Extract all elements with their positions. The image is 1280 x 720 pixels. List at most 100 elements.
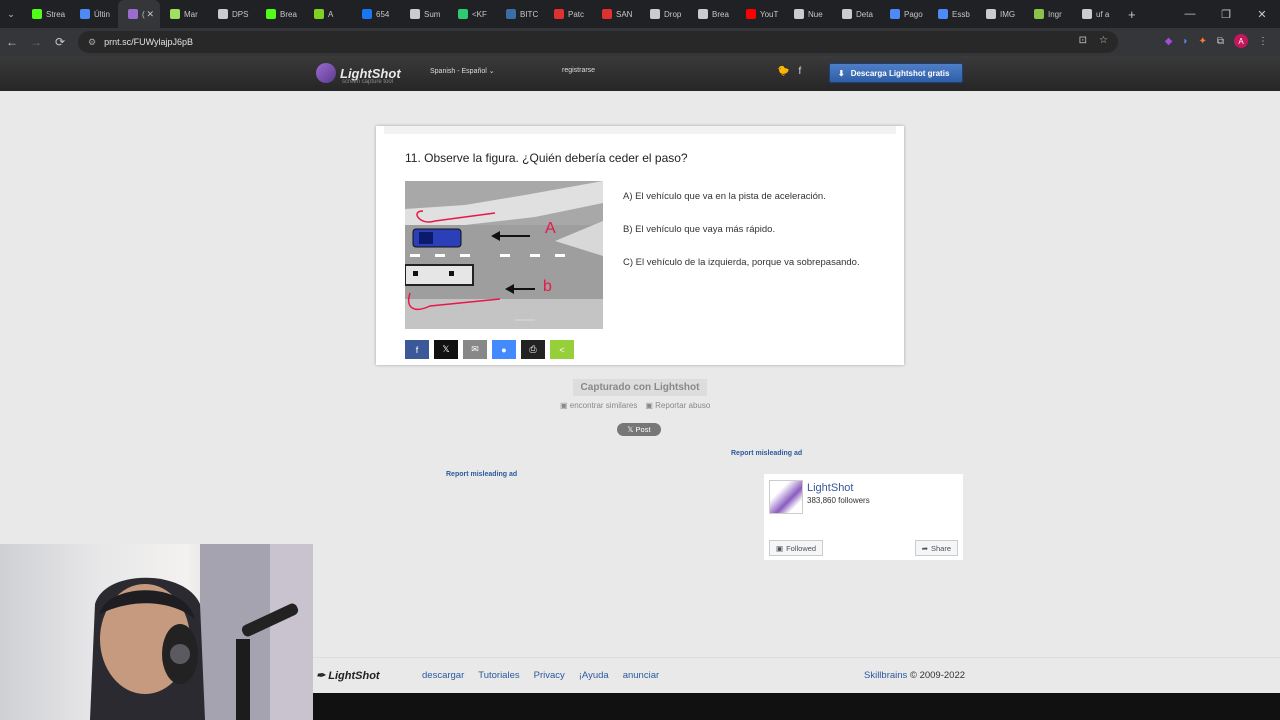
forward-button[interactable]: → — [24, 28, 48, 56]
share-bar: f 𝕏 ✉ ● ⎙ < — [405, 340, 574, 359]
p-icon — [554, 9, 564, 19]
report-ad-link-2[interactable]: Report misleading ad — [446, 471, 517, 478]
tab-label: Deta — [856, 9, 873, 19]
plus-icon — [458, 9, 468, 19]
browser-tab[interactable]: Brea — [688, 0, 736, 28]
fb-share-button[interactable]: ➦ Share — [914, 540, 958, 556]
browser-tab[interactable]: (✕ — [118, 0, 160, 28]
tab-label: Strea — [46, 9, 66, 19]
browser-tab[interactable]: Nue — [784, 0, 832, 28]
profile-avatar[interactable]: A — [1234, 34, 1248, 48]
register-link[interactable]: registrarse — [562, 67, 595, 74]
facebook-icon[interactable]: f — [798, 66, 801, 77]
x-post-button[interactable]: 𝕏 Post — [617, 423, 661, 436]
gem-icon — [650, 9, 660, 19]
google-icon — [1082, 9, 1092, 19]
site-info-icon[interactable]: ⚙ — [88, 37, 96, 48]
download-button[interactable]: ⬇ Descarga Lightshot gratis — [829, 63, 963, 83]
browser-tab[interactable]: A — [304, 0, 352, 28]
email-share-button[interactable]: ✉ — [463, 340, 487, 359]
feather-icon — [316, 63, 336, 83]
webcam-overlay — [0, 544, 313, 720]
page-avatar[interactable] — [769, 480, 803, 514]
lightshot-logo[interactable]: LightShot screen capture tool — [316, 63, 401, 85]
browser-tab[interactable]: Drop — [640, 0, 688, 28]
webcam-person — [90, 544, 313, 720]
bolt-icon — [602, 9, 612, 19]
browser-tab[interactable]: BITC — [496, 0, 544, 28]
browser-tab[interactable]: Ingr — [1024, 0, 1072, 28]
footer-link[interactable]: descargar — [422, 670, 464, 681]
close-window-button[interactable]: ✕ — [1244, 0, 1280, 28]
report-ad-link-1[interactable]: Report misleading ad — [731, 450, 802, 457]
browser-menu-icon[interactable]: ⋮ — [1258, 36, 1268, 47]
followed-button[interactable]: ▣ Followed — [769, 540, 824, 556]
report-abuse-link[interactable]: ▣ Reportar abuso — [645, 401, 710, 410]
new-tab-button[interactable]: + — [1128, 7, 1136, 22]
globe-icon — [986, 9, 996, 19]
browser-tab[interactable]: Essb — [928, 0, 976, 28]
messenger-share-button[interactable]: ● — [492, 340, 516, 359]
twitter-icon[interactable]: 🐤 — [777, 66, 789, 77]
browser-tab[interactable]: Últin — [70, 0, 118, 28]
print-share-button[interactable]: ⎙ — [521, 340, 545, 359]
tab-label: 654 — [376, 9, 390, 19]
footer-link[interactable]: anunciar — [623, 670, 659, 681]
browser-tab[interactable]: Brea — [256, 0, 304, 28]
footer-link[interactable]: Privacy — [534, 670, 565, 681]
tab-label: uf a — [1096, 9, 1110, 19]
minimize-button[interactable]: — — [1172, 0, 1208, 28]
x-share-button[interactable]: 𝕏 — [434, 340, 458, 359]
browser-tab[interactable]: Mar — [160, 0, 208, 28]
footer-link[interactable]: ¡Ayuda — [579, 670, 609, 681]
extension-icon-1[interactable]: ◆ — [1165, 36, 1173, 47]
tab-label: Nue — [808, 9, 823, 19]
browser-tab[interactable]: DPS — [208, 0, 256, 28]
browser-tab[interactable]: Strea — [22, 0, 70, 28]
page-followers: 383,860 followers — [807, 496, 870, 505]
screenshot-image[interactable]: 11. Observe la figura. ¿Quién debería ce… — [376, 126, 904, 365]
tab-label: BITC — [520, 9, 539, 19]
browser-tab[interactable]: <KF — [448, 0, 496, 28]
tab-list: Strea Últin (✕ Mar DPS Brea A 654 Sum <KF BITC Patc… — [22, 0, 1120, 28]
browser-tab[interactable]: YouT — [736, 0, 784, 28]
footer-link[interactable]: Tutoriales — [478, 670, 519, 681]
image-actions: ▣ encontrar similares ▣ Reportar abuso — [560, 401, 710, 410]
browser-tab[interactable]: Patc — [544, 0, 592, 28]
tab-label: Últin — [94, 9, 111, 19]
browser-tab[interactable]: 654 — [352, 0, 400, 28]
tab-close-icon[interactable]: ✕ — [146, 9, 154, 20]
extension-icon-3[interactable]: ✦ — [1198, 36, 1206, 47]
bookmark-star-icon[interactable]: ☆ — [1099, 35, 1108, 46]
footer-logo[interactable]: ✒ LightShot — [316, 669, 380, 682]
install-app-icon[interactable]: ⊡ — [1079, 35, 1087, 46]
language-selector[interactable]: Spanish - Español ⌄ — [430, 67, 495, 75]
share-arrow-icon: ➦ — [921, 543, 928, 553]
image-icon — [1034, 9, 1044, 19]
social-links: 🐤 f — [777, 66, 801, 77]
footer-feather-icon: ✒ — [316, 670, 326, 682]
page-name[interactable]: LightShot — [807, 482, 853, 494]
facebook-page-widget: LightShot 383,860 followers ▣ Followed ➦ S… — [764, 474, 963, 560]
browser-tab[interactable]: SAN — [592, 0, 640, 28]
tab-search-button[interactable]: ⌄ — [0, 0, 22, 28]
browser-tab[interactable]: IMG — [976, 0, 1024, 28]
sharethis-share-button[interactable]: < — [550, 340, 574, 359]
restore-button[interactable]: ❐ — [1208, 0, 1244, 28]
window-controls: — ❐ ✕ — [1172, 0, 1280, 28]
browser-tab[interactable]: Deta — [832, 0, 880, 28]
find-similar-link[interactable]: ▣ encontrar similares — [560, 401, 637, 410]
browser-tab[interactable]: Pago — [880, 0, 928, 28]
browser-tab[interactable]: Sum — [400, 0, 448, 28]
facebook-share-button[interactable]: f — [405, 340, 429, 359]
url-text[interactable]: prnt.sc/FUWylajpJ6pB — [104, 37, 193, 47]
captured-label: Capturado con Lightshot — [573, 379, 707, 396]
reload-button[interactable]: ⟳ — [48, 28, 72, 56]
extension-icon-2[interactable]: ◗ — [1182, 36, 1188, 47]
address-bar[interactable]: ⚙ prnt.sc/FUWylajpJ6pB ⊡ ☆ — [78, 31, 1118, 53]
extensions-puzzle-icon[interactable]: ⧉ — [1217, 36, 1224, 47]
back-button[interactable]: ← — [0, 28, 24, 56]
skillbrains-link[interactable]: Skillbrains — [864, 670, 907, 681]
footer-links: descargar Tutoriales Privacy ¡Ayuda anunciar — [422, 670, 659, 681]
browser-tab[interactable]: uf a — [1072, 0, 1120, 28]
